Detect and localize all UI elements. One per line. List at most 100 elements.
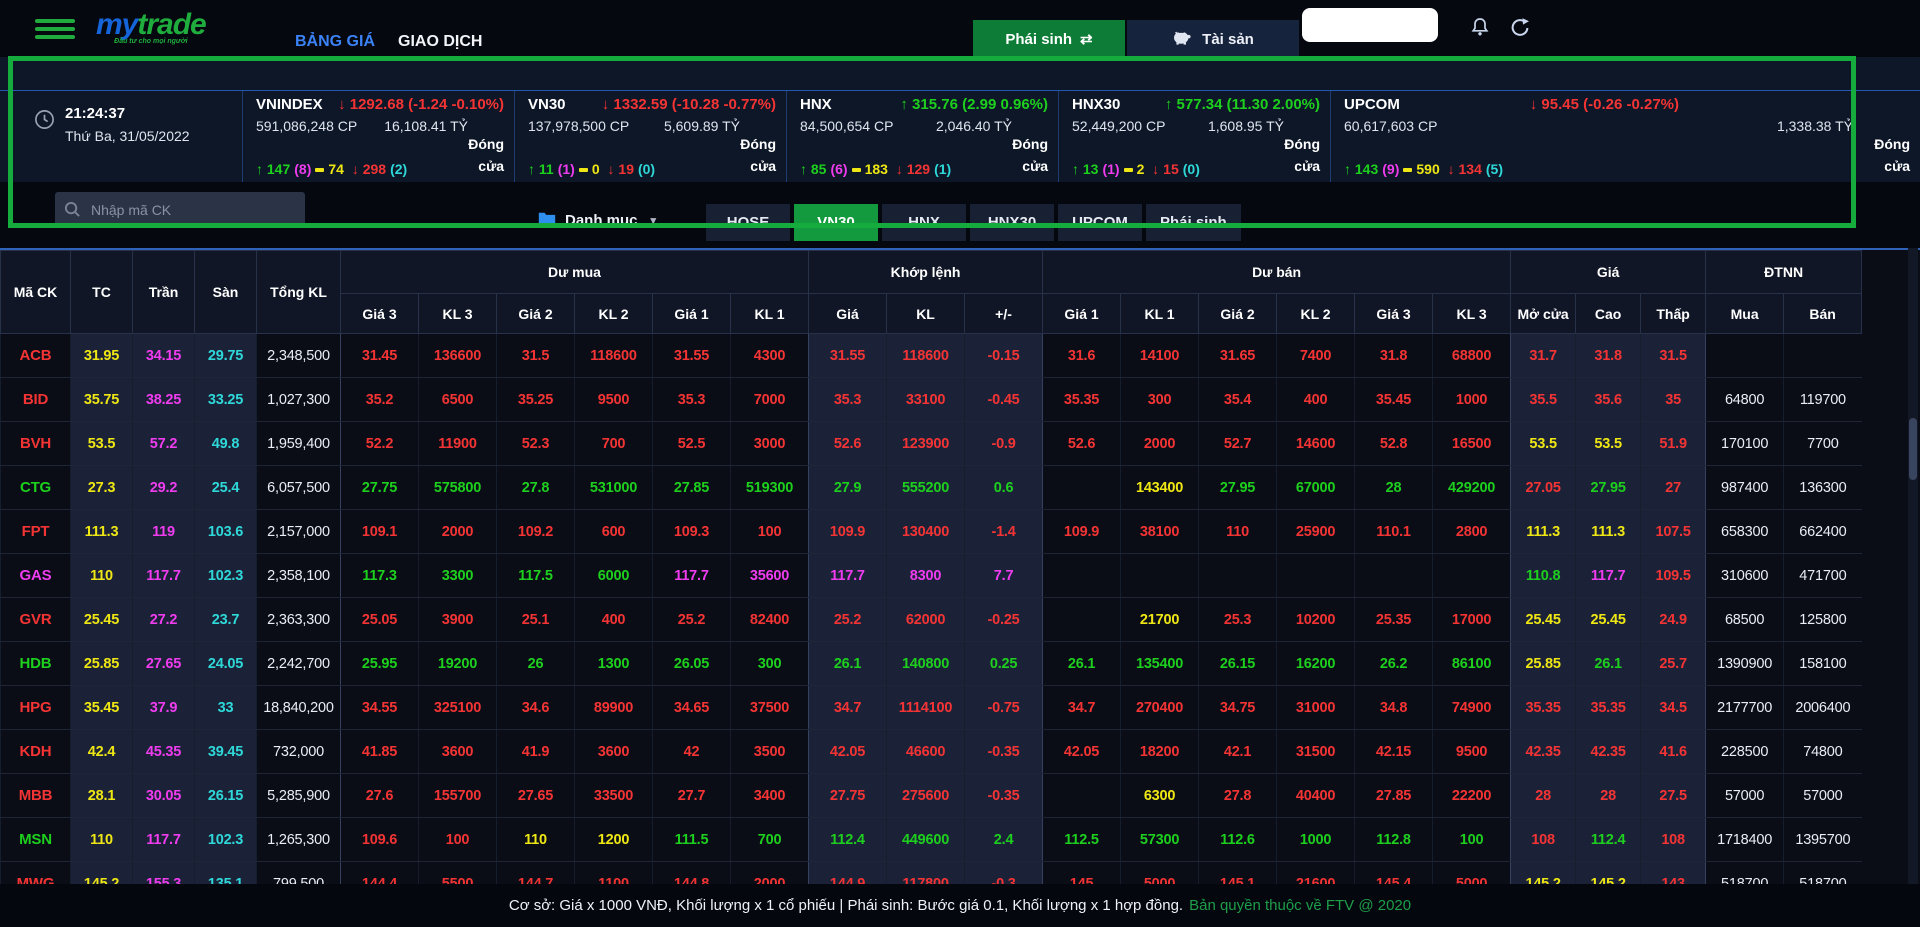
cell: 46600 [887, 730, 965, 774]
table-row: MSN110117.7102.31,265,300109.61001101200… [1, 818, 1862, 862]
index-breadth: ↑ 13(1)2 ↓ 15(0) [1072, 161, 1204, 177]
cell: 2000 [731, 862, 809, 885]
cell: 118600 [887, 334, 965, 378]
cell: 24.05 [195, 642, 257, 686]
cell [1433, 554, 1511, 598]
refresh-icon[interactable] [1508, 16, 1534, 42]
cell: 21700 [1121, 598, 1199, 642]
cell: 118600 [575, 334, 653, 378]
cell: 9500 [575, 378, 653, 422]
stock-symbol[interactable]: FPT [1, 510, 71, 554]
cell: 102.3 [195, 554, 257, 598]
cell: 108 [1641, 818, 1706, 862]
cell: 26.2 [1355, 642, 1433, 686]
cell: 39.45 [195, 730, 257, 774]
tab-upcom[interactable]: UPCOM [1058, 204, 1142, 241]
derivatives-button[interactable]: Phái sinh⇄ [973, 20, 1125, 58]
tab-phái-sinh[interactable]: Phái sinh [1146, 204, 1241, 241]
cell: 109.9 [809, 510, 887, 554]
stock-symbol[interactable]: MSN [1, 818, 71, 862]
chevron-down-icon: ▾ [651, 214, 657, 227]
col-group-trần: Trần [133, 251, 195, 334]
stock-symbol[interactable]: MBB [1, 774, 71, 818]
nav-trading[interactable]: GIAO DỊCH [398, 33, 482, 51]
cell: 25.05 [341, 598, 419, 642]
assets-button[interactable]: Tài sản [1127, 20, 1299, 58]
cell: 35.45 [1355, 378, 1433, 422]
stock-symbol[interactable]: CTG [1, 466, 71, 510]
stock-symbol[interactable]: GVR [1, 598, 71, 642]
cell: 31.55 [653, 334, 731, 378]
stock-symbol[interactable]: BID [1, 378, 71, 422]
toolbar: Danh mục ▾ HOSEVN30HNXHNX30UPCOMPhái sin… [0, 182, 1920, 248]
col-header-thấp: Thấp [1641, 294, 1706, 334]
cell: 21600 [1277, 862, 1355, 885]
tab-hose[interactable]: HOSE [706, 204, 790, 241]
index-volume: 60,617,603 CP [1344, 118, 1437, 134]
search-input[interactable] [55, 192, 305, 228]
cell: 732,000 [257, 730, 341, 774]
cell: 42.1 [1199, 730, 1277, 774]
cell [1043, 774, 1121, 818]
cell: 117.3 [341, 554, 419, 598]
scrollbar-thumb[interactable] [1909, 418, 1917, 480]
index-change: ↑ 577.34 (11.30 2.00%) [1165, 96, 1320, 113]
col-header-giá-2: Giá 2 [1199, 294, 1277, 334]
cell: 275600 [887, 774, 965, 818]
index-change: ↓ 1292.68 (-1.24 -0.10%) [338, 96, 504, 113]
cell: 7400 [1277, 334, 1355, 378]
cell: 109.9 [1043, 510, 1121, 554]
nav-price-board[interactable]: BẢNG GIÁ [295, 33, 375, 51]
index-name: HNX30 [1072, 96, 1120, 113]
cell [1355, 554, 1433, 598]
cell: 34.75 [1199, 686, 1277, 730]
cell: 31000 [1277, 686, 1355, 730]
cell: -0.35 [965, 730, 1043, 774]
stock-symbol[interactable]: BVH [1, 422, 71, 466]
cell: 27.05 [1511, 466, 1576, 510]
stock-symbol[interactable]: GAS [1, 554, 71, 598]
cell: 987400 [1706, 466, 1784, 510]
cell: 34.7 [1043, 686, 1121, 730]
tab-hnx30[interactable]: HNX30 [970, 204, 1054, 241]
stock-symbol[interactable]: KDH [1, 730, 71, 774]
cell: 35.5 [1511, 378, 1576, 422]
cell: 109.6 [341, 818, 419, 862]
tab-vn30[interactable]: VN30 [794, 204, 878, 241]
cell: 2,363,300 [257, 598, 341, 642]
cell [1706, 334, 1784, 378]
watchlist-dropdown[interactable]: Danh mục ▾ [538, 208, 656, 232]
cell: 119 [133, 510, 195, 554]
notifications-bell-icon[interactable] [1468, 16, 1494, 42]
cell: 31.6 [1043, 334, 1121, 378]
cell: 145 [1043, 862, 1121, 885]
col-header-mua: Mua [1706, 294, 1784, 334]
market-tabs: HOSEVN30HNXHNX30UPCOMPhái sinh [706, 204, 1241, 241]
cell: 4300 [731, 334, 809, 378]
stock-symbol[interactable]: MWG [1, 862, 71, 885]
cell: 1395700 [1784, 818, 1862, 862]
cell: 140800 [887, 642, 965, 686]
cell: 30.05 [133, 774, 195, 818]
cell: 27.6 [341, 774, 419, 818]
stock-symbol[interactable]: HPG [1, 686, 71, 730]
cell: 26.15 [1199, 642, 1277, 686]
cell: 799,500 [257, 862, 341, 885]
table-row: MBB28.130.0526.155,285,90027.615570027.6… [1, 774, 1862, 818]
menu-icon[interactable] [35, 19, 75, 41]
cell: 37.9 [133, 686, 195, 730]
cell: 57.2 [133, 422, 195, 466]
col-group-sàn: Sàn [195, 251, 257, 334]
stock-symbol[interactable]: ACB [1, 334, 71, 378]
cell: 325100 [419, 686, 497, 730]
cell: 111.3 [1511, 510, 1576, 554]
footer-copyright: Bản quyền thuộc về FTV @ 2020 [1189, 897, 1411, 914]
cell: 112.6 [1199, 818, 1277, 862]
cell: 1200 [575, 818, 653, 862]
stock-symbol[interactable]: HDB [1, 642, 71, 686]
cell: 7000 [731, 378, 809, 422]
tab-hnx[interactable]: HNX [882, 204, 966, 241]
cell: 27.65 [133, 642, 195, 686]
cell: 5000 [1433, 862, 1511, 885]
scrollbar-track[interactable] [1908, 248, 1918, 884]
